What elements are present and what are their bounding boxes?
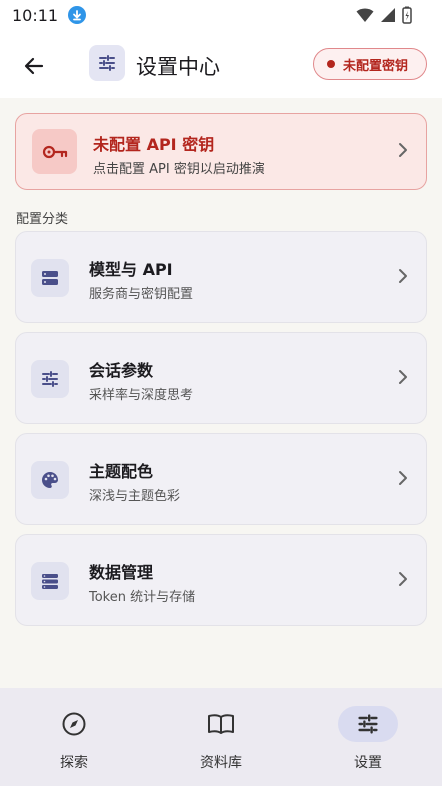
alert-subtitle: 点击配置 API 密钥以启动推演 (93, 162, 265, 177)
page-title: 设置中心 (136, 55, 220, 79)
chip-label: 未配置密钥 (343, 58, 409, 74)
sliders-icon (338, 706, 398, 742)
menu-item-data-management[interactable]: 数据管理 Token 统计与存储 (15, 534, 427, 626)
menu-subtitle: 深浅与主题色彩 (89, 489, 181, 504)
api-key-status-chip[interactable]: 未配置密钥 (313, 48, 427, 80)
palette-icon (31, 461, 69, 499)
nav-item-library[interactable]: 资料库 (173, 702, 269, 772)
menu-subtitle: 服务商与密钥配置 (89, 287, 194, 302)
section-label: 配置分类 (16, 212, 69, 227)
bottom-navigation: 探索 资料库 设置 (0, 688, 442, 786)
menu-item-model-api[interactable]: 模型与 API 服务商与密钥配置 (15, 231, 427, 323)
nav-label: 资料库 (200, 755, 242, 771)
status-time: 10:11 (12, 5, 59, 25)
api-key-alert-card[interactable]: 未配置 API 密钥 点击配置 API 密钥以启动推演 (15, 113, 427, 190)
key-icon (32, 129, 77, 174)
chevron-right-icon (399, 143, 407, 157)
book-icon (191, 706, 251, 742)
menu-item-session-params[interactable]: 会话参数 采样率与深度思考 (15, 332, 427, 424)
alert-title: 未配置 API 密钥 (93, 135, 215, 154)
signal-icon (381, 8, 395, 22)
arrow-left-icon (24, 57, 44, 75)
sliders-icon (89, 45, 125, 81)
nav-label: 设置 (354, 755, 382, 771)
status-bar: 10:11 (0, 0, 442, 30)
chevron-right-icon (399, 572, 407, 586)
status-dot (327, 60, 335, 68)
nav-item-settings[interactable]: 设置 (320, 702, 416, 772)
chevron-right-icon (399, 269, 407, 283)
menu-title: 主题配色 (89, 462, 154, 481)
download-icon (68, 6, 87, 24)
server-icon (31, 259, 69, 297)
menu-subtitle: 采样率与深度思考 (89, 388, 194, 403)
chevron-right-icon (399, 370, 407, 384)
status-icons (356, 6, 412, 24)
sliders-icon (31, 360, 69, 398)
back-button[interactable] (20, 52, 48, 80)
compass-icon (44, 706, 104, 742)
menu-subtitle: Token 统计与存储 (89, 590, 196, 605)
chevron-right-icon (399, 471, 407, 485)
wifi-icon (356, 8, 374, 22)
menu-title: 会话参数 (89, 361, 154, 380)
nav-item-explore[interactable]: 探索 (26, 702, 122, 772)
battery-icon (402, 6, 412, 24)
menu-title: 数据管理 (89, 563, 154, 582)
menu-item-theme[interactable]: 主题配色 深浅与主题色彩 (15, 433, 427, 525)
nav-label: 探索 (60, 755, 88, 771)
menu-title: 模型与 API (89, 260, 173, 279)
storage-icon (31, 562, 69, 600)
settings-content: 未配置 API 密钥 点击配置 API 密钥以启动推演 配置分类 模型与 API… (0, 98, 442, 688)
top-app-bar: 设置中心 未配置密钥 (0, 30, 442, 98)
